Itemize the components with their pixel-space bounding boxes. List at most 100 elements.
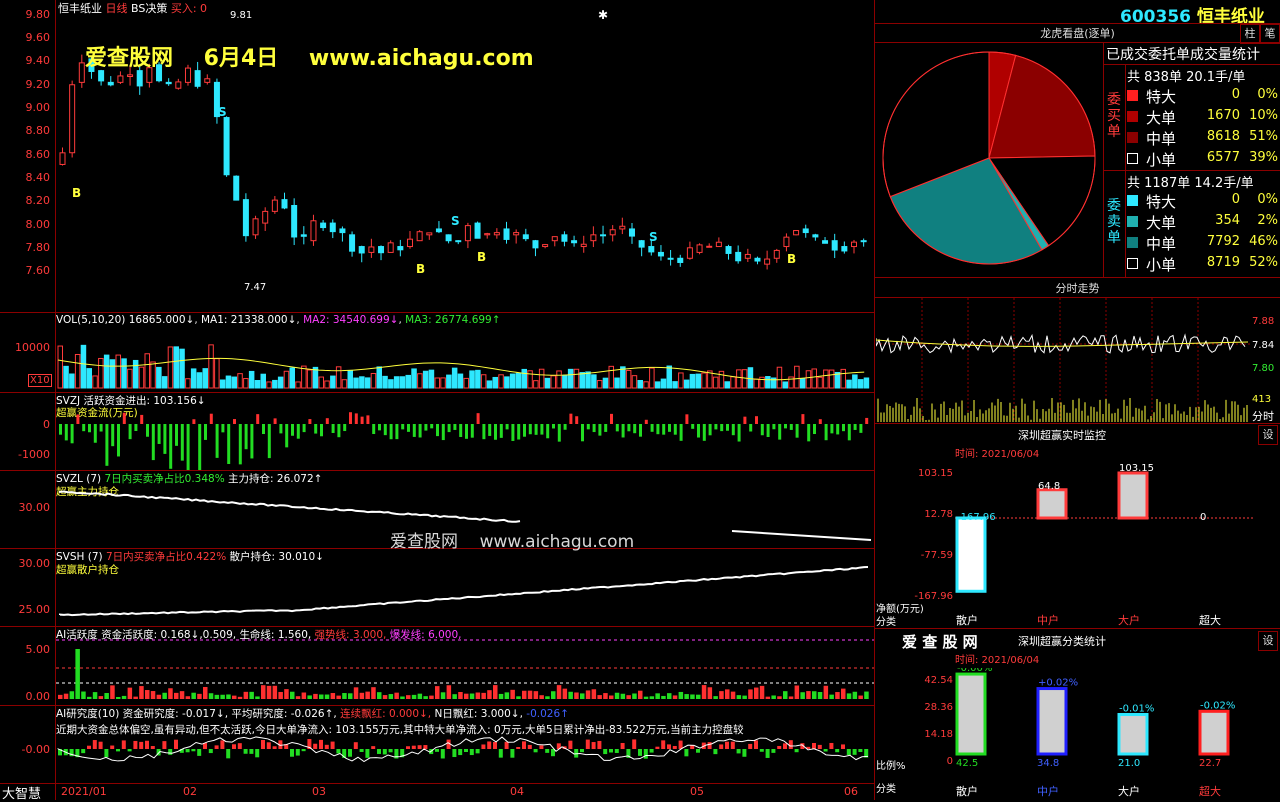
flow-bar: [198, 424, 202, 470]
flow-bar: [569, 413, 573, 424]
activity-bar: [696, 694, 701, 699]
candle-body: [793, 230, 800, 236]
buy-row-type: 特大: [1146, 88, 1177, 106]
activity-bar: [759, 685, 765, 699]
research-bar: [481, 744, 486, 749]
research-bar: [319, 739, 323, 749]
activity-bar: [295, 696, 301, 699]
flow-bar: [673, 424, 677, 435]
candle-body: [571, 240, 578, 244]
volume-bar: [364, 377, 371, 389]
activity-bar: [585, 690, 591, 699]
flow-bar: [865, 417, 869, 424]
flow-bar: [424, 424, 428, 431]
activity-bar: [754, 687, 759, 699]
sell-row-percent: 52%: [1249, 255, 1278, 270]
buy-row-swatch: [1127, 111, 1138, 122]
monitor-cat: 分类: [876, 617, 896, 628]
activity-bar: [545, 696, 550, 699]
research-bar: [417, 745, 422, 749]
candle-body: [397, 246, 404, 251]
vol-axis: 10000: [15, 341, 50, 354]
candle-body: [455, 240, 462, 243]
activity-bar: [145, 690, 150, 699]
candle-body: [715, 241, 722, 248]
activity-bar: [475, 692, 481, 699]
volume-bar: [550, 375, 556, 389]
volume-bar: [562, 374, 568, 389]
ai2-research: AI研究度(10) 资金研究度: -0.017↓,: [56, 708, 229, 720]
activity-bar: [672, 695, 678, 699]
volume-bar: [103, 354, 110, 389]
flow-bar: [383, 424, 387, 436]
research-bar: [655, 746, 660, 749]
volume-bar: [254, 380, 261, 389]
vol-ma1: MA1: 21338.000↓: [201, 314, 297, 326]
volume-bar: [127, 368, 133, 389]
candle-body: [378, 246, 385, 254]
flow-bar: [546, 424, 550, 439]
activity-bar: [719, 691, 724, 699]
class-tick: 14.18: [924, 729, 953, 740]
candle-body: [252, 218, 259, 236]
ai1-axis: 5.00: [25, 643, 51, 656]
flow-bar: [105, 424, 109, 466]
flow-bar: [180, 424, 184, 461]
activity-bar: [272, 685, 278, 699]
activity-bar: [75, 649, 80, 699]
flow-bar: [476, 413, 480, 424]
monitor-settings-button[interactable]: 设: [1258, 425, 1278, 445]
volume-bar: [637, 379, 643, 389]
activity-bar: [620, 693, 626, 699]
flow-bar: [818, 419, 822, 424]
research-bar: [191, 749, 196, 752]
volume-bar: [614, 377, 620, 389]
activity-bar: [203, 686, 208, 699]
candle-body: [551, 236, 558, 242]
activity-bar: [261, 685, 266, 699]
candle-body: [300, 234, 307, 237]
activity-bar: [817, 692, 823, 699]
volume-bar: [480, 374, 487, 389]
volume-bar: [312, 366, 319, 389]
watermark-date: 6月4日: [203, 46, 279, 71]
activity-bar: [255, 696, 260, 699]
activity-bar: [533, 691, 539, 699]
flow-bar: [621, 424, 625, 438]
price-tick: 9.80: [25, 8, 51, 21]
research-bar: [504, 741, 509, 749]
flow-bar: [407, 424, 410, 432]
flow-bar: [111, 424, 115, 447]
candle-body: [677, 257, 684, 263]
class-title: 深圳超赢分类统计: [1018, 635, 1106, 648]
research-bar: [232, 744, 236, 749]
buy-row-swatch: [1127, 132, 1138, 143]
class-settings-button[interactable]: 设: [1258, 631, 1278, 651]
volume-bar: [585, 371, 591, 389]
volume-bar: [678, 372, 684, 389]
intraday-chart[interactable]: [876, 298, 1250, 422]
candle-body: [339, 228, 346, 234]
research-bar: [464, 749, 468, 753]
flow-bar: [708, 424, 712, 436]
monitor-value: -167.96: [957, 512, 996, 523]
research-bar: [568, 740, 573, 749]
volume-bar: [173, 346, 179, 389]
research-bar: [614, 749, 619, 753]
flow-bar: [157, 424, 161, 444]
candle-body: [175, 81, 182, 89]
monitor-bar: [1117, 471, 1149, 520]
activity-bar: [452, 694, 457, 699]
activity-bar: [313, 693, 318, 699]
volume-bar: [150, 361, 156, 389]
candle-body: [860, 240, 867, 243]
candle-body: [435, 228, 442, 233]
vol-ma2: MA2: 34540.699↓: [303, 314, 399, 326]
candle-body: [841, 246, 848, 252]
flow-bar: [59, 424, 62, 435]
volume-bar: [509, 373, 516, 389]
flow-bar: [418, 424, 422, 438]
activity-bar: [110, 685, 115, 699]
candle-body: [822, 240, 829, 244]
volume-bar: [266, 381, 272, 389]
